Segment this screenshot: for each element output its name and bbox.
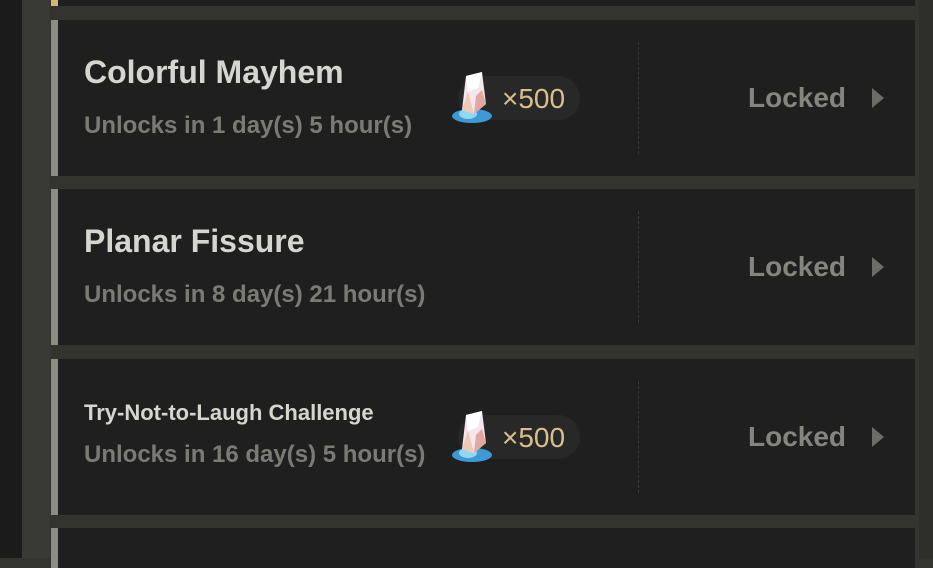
card-divider [638, 42, 639, 154]
event-title: Try-Not-to-Laugh Challenge [84, 400, 374, 425]
right-rail [919, 0, 933, 558]
card-divider [638, 381, 639, 493]
event-card-partial-bottom[interactable] [51, 528, 915, 568]
status-locked-button[interactable]: Locked [748, 80, 885, 116]
reward-badge: ×500 [452, 411, 580, 462]
left-rail [0, 0, 22, 558]
crystal-icon [452, 72, 492, 123]
crystal-icon [452, 411, 492, 462]
chevron-right-icon [872, 427, 885, 447]
card-divider [638, 211, 639, 323]
event-card-try-not-to-laugh[interactable]: Try-Not-to-Laugh Challenge Unlocks in 16… [51, 359, 915, 515]
status-locked-button[interactable]: Locked [748, 419, 885, 455]
reward-count: ×500 [502, 422, 566, 453]
event-unlock-time: Unlocks in 1 day(s) 5 hour(s) [84, 112, 413, 139]
event-card-partial-top[interactable] [51, 0, 915, 6]
status-label: Locked [748, 421, 847, 452]
chevron-right-icon [872, 257, 885, 277]
event-card-planar-fissure[interactable]: Planar Fissure Unlocks in 8 day(s) 21 ho… [51, 189, 915, 345]
event-unlock-time: Unlocks in 8 day(s) 21 hour(s) [84, 281, 426, 308]
event-unlock-time: Unlocks in 16 day(s) 5 hour(s) [84, 441, 426, 468]
reward-count: ×500 [502, 83, 566, 114]
event-card-colorful-mayhem[interactable]: Colorful Mayhem Unlocks in 1 day(s) 5 ho… [51, 20, 915, 176]
status-label: Locked [748, 251, 847, 282]
status-label: Locked [748, 82, 847, 113]
status-locked-button[interactable]: Locked [748, 249, 885, 285]
reward-badge: ×500 [452, 72, 580, 123]
event-title: Colorful Mayhem [84, 54, 344, 90]
event-title: Planar Fissure [84, 223, 305, 259]
left-rail-inner [22, 0, 50, 558]
chevron-right-icon [872, 88, 885, 108]
